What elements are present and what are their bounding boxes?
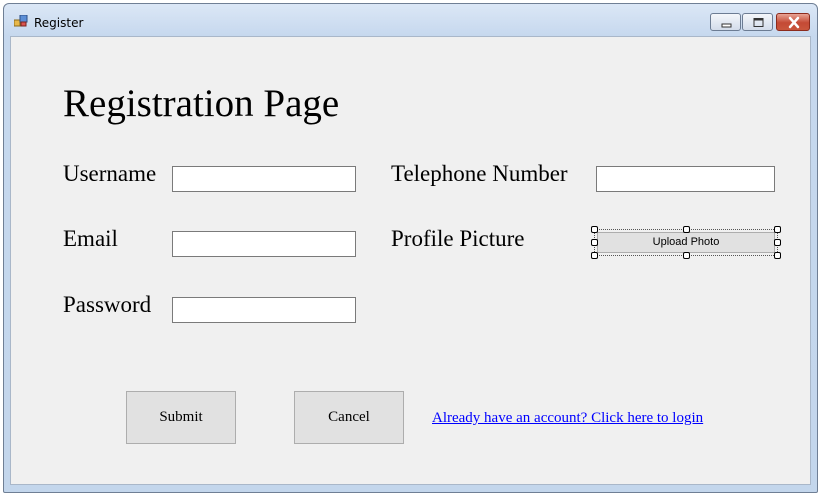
- telephone-input[interactable]: [596, 166, 775, 192]
- resize-handle-bottom[interactable]: [683, 252, 690, 259]
- app-icon: [14, 15, 28, 27]
- form-client-area: Registration Page Username Email Passwor…: [10, 36, 811, 485]
- resize-handle-top-right[interactable]: [774, 226, 781, 233]
- upload-photo-selection: Upload Photo: [591, 226, 781, 259]
- minimize-icon: [721, 23, 732, 28]
- resize-handle-bottom-right[interactable]: [774, 252, 781, 259]
- minimize-button[interactable]: [710, 13, 741, 31]
- maximize-button[interactable]: [742, 13, 773, 31]
- email-input[interactable]: [172, 231, 356, 257]
- maximize-icon: [753, 18, 764, 27]
- close-button[interactable]: [776, 13, 810, 31]
- title-bar[interactable]: Register: [4, 4, 817, 36]
- resize-handle-top-left[interactable]: [591, 226, 598, 233]
- upload-photo-button[interactable]: Upload Photo: [597, 232, 775, 253]
- close-icon: [788, 16, 800, 29]
- resize-handle-left[interactable]: [591, 239, 598, 246]
- resize-handle-right[interactable]: [774, 239, 781, 246]
- resize-handle-bottom-left[interactable]: [591, 252, 598, 259]
- submit-button[interactable]: Submit: [126, 391, 236, 444]
- telephone-label: Telephone Number: [391, 161, 568, 186]
- window-title: Register: [34, 16, 84, 30]
- username-label: Username: [63, 161, 157, 186]
- cancel-button[interactable]: Cancel: [294, 391, 404, 444]
- register-window: Register Registration Page Username Emai…: [3, 3, 818, 493]
- login-link[interactable]: Already have an account? Click here to l…: [432, 410, 703, 427]
- resize-handle-top[interactable]: [683, 226, 690, 233]
- password-input[interactable]: [172, 297, 356, 323]
- profile-picture-label: Profile Picture: [391, 226, 525, 251]
- email-label: Email: [63, 226, 118, 251]
- password-label: Password: [63, 292, 152, 317]
- page-title: Registration Page: [63, 82, 340, 125]
- username-input[interactable]: [172, 166, 356, 192]
